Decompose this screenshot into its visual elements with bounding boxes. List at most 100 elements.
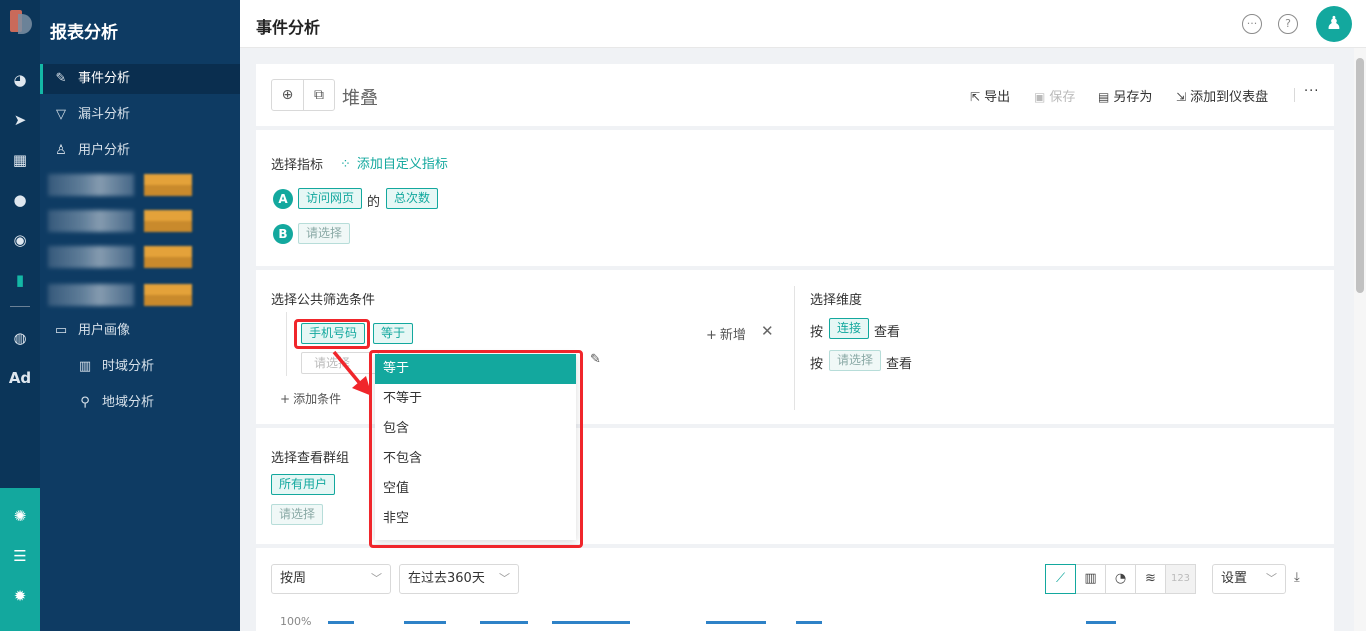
sidebar-item-region-analysis[interactable]: ⚲ 地域分析 <box>40 388 240 418</box>
metric-a-measure-tag[interactable]: 总次数 <box>386 188 439 209</box>
filter-bracket-line <box>286 312 287 376</box>
chart-series-segment <box>552 621 630 627</box>
add-to-dashboard-button[interactable]: ⇲ 添加到仪表盘 <box>1176 86 1268 105</box>
sidebar-item-funnel-analysis[interactable]: ▽ 漏斗分析 <box>40 100 240 130</box>
dimension-row2-tag[interactable]: 请选择 <box>829 350 882 371</box>
scrollbar-thumb[interactable] <box>1356 58 1364 293</box>
chevron-down-icon: ﹀ <box>1266 572 1277 585</box>
report-name[interactable]: 堆叠 <box>342 84 378 110</box>
export-icon: ⇱ <box>970 90 981 104</box>
more-button[interactable]: ··· <box>1304 84 1319 99</box>
folder-icon: ▭ <box>54 323 68 338</box>
dimension-row1-prefix: 按 <box>810 325 824 340</box>
users-icon[interactable]: ◉ <box>8 228 32 252</box>
edit-pencil-icon[interactable]: ✎ <box>590 352 601 367</box>
add-new-filter-button[interactable]: + 新增 <box>706 324 746 343</box>
app-logo <box>10 10 32 40</box>
filter-operator-tag[interactable]: 等于 <box>373 323 414 344</box>
sidebar: 报表分析 ✎ 事件分析 ▽ 漏斗分析 ♙ 用户分析 ▭ 用户画像 ▥ 时域分析 … <box>40 0 240 631</box>
location-icon: ⚲ <box>80 395 90 410</box>
sidebar-item-time-analysis[interactable]: ▥ 时域分析 <box>40 352 240 382</box>
filter-section-label: 选择公共筛选条件 <box>271 293 376 308</box>
metric-b-badge: B <box>273 224 293 244</box>
bar-chart-small-icon: ▥ <box>78 359 92 374</box>
metric-a-event-tag[interactable]: 访问网页 <box>298 188 363 209</box>
highlight-arrow <box>332 350 372 396</box>
grid-icon: ⁘ <box>340 157 351 172</box>
numeric-view-button[interactable]: 123 <box>1165 564 1196 594</box>
layout-icon[interactable]: ▦ <box>8 148 32 172</box>
report-header-card: ⊕ ⧉ 堆叠 ⇱ 导出 ▣ 保存 ▤ 另存为 ⇲ 添加到仪表盘 ··· <box>256 64 1334 126</box>
group-section-label: 选择查看群组 <box>271 451 350 466</box>
page-scrollbar[interactable] <box>1354 48 1366 631</box>
chevron-down-icon: ﹀ <box>499 572 510 585</box>
report-btn-group: ⊕ ⧉ <box>271 79 335 111</box>
add-dashboard-icon: ⇲ <box>1176 90 1187 104</box>
plus-icon: + <box>706 328 717 343</box>
avatar[interactable]: ♟ <box>1316 6 1352 42</box>
add-custom-metric-link[interactable]: ⁘ 添加自定义指标 <box>340 153 448 172</box>
save-as-button[interactable]: ▤ 另存为 <box>1098 86 1152 105</box>
download-icon[interactable]: ⤓ <box>1294 570 1300 585</box>
export-button[interactable]: ⇱ 导出 <box>970 86 1010 105</box>
user-icon[interactable]: ● <box>8 188 32 212</box>
server-icon[interactable]: ☰ <box>8 544 32 568</box>
chart-series-segment <box>328 621 354 627</box>
send-icon[interactable]: ➤ <box>8 108 32 132</box>
pie-chart-icon[interactable]: ◔ <box>1105 564 1136 594</box>
settings-button[interactable]: 设置 ﹀ <box>1212 564 1286 594</box>
icon-rail: ◕ ➤ ▦ ● ◉ ▮ ◍ Ad ✺ ☰ ✹ <box>0 0 40 631</box>
metric-b-select-tag[interactable]: 请选择 <box>298 223 351 244</box>
divider <box>1294 88 1295 102</box>
chart-series-segment <box>1086 621 1116 627</box>
save-button[interactable]: ▣ 保存 <box>1034 86 1075 105</box>
area-chart-icon[interactable]: ≋ <box>1135 564 1166 594</box>
user-outline-icon: ♙ <box>55 143 67 158</box>
page-title: 事件分析 <box>256 18 321 37</box>
sidebar-item-user-analysis[interactable]: ♙ 用户分析 <box>40 136 240 166</box>
wechat-icon[interactable]: ◍ <box>8 326 32 350</box>
chevron-down-icon: ﹀ <box>371 572 382 585</box>
bar-chart-icon[interactable]: ▥ <box>1075 564 1106 594</box>
add-circle-icon[interactable]: ⊕ <box>272 80 303 110</box>
chart-series-segment <box>480 621 528 627</box>
dropdown-highlight-box <box>369 350 583 548</box>
ad-icon[interactable]: Ad <box>8 366 32 390</box>
sidebar-item-label: 漏斗分析 <box>78 107 131 122</box>
y-axis-top-label: 100% <box>280 615 312 628</box>
dimension-row1-tag[interactable]: 连接 <box>829 318 870 339</box>
sidebar-item-label: 用户画像 <box>78 323 131 338</box>
chart-series-segment <box>796 621 822 627</box>
sidebar-title: 报表分析 <box>50 23 118 43</box>
help-icon[interactable]: ? <box>1278 14 1298 34</box>
chart-card: 按周 ﹀ 在过去360天 ﹀ ⟋ ▥ ◔ ≋ 123 设置 ﹀ ⤓ 100% <box>256 548 1334 631</box>
copy-icon[interactable]: ⧉ <box>303 80 334 110</box>
all-users-tag[interactable]: 所有用户 <box>271 474 336 495</box>
chart-series-segment <box>706 621 766 627</box>
line-chart-icon[interactable]: ⟋ <box>1045 564 1076 594</box>
dimension-row2-prefix: 按 <box>810 357 824 372</box>
save-as-icon: ▤ <box>1098 90 1110 104</box>
sidebar-item-label: 地域分析 <box>102 395 155 410</box>
plus-icon: + <box>280 392 291 406</box>
network-icon[interactable]: ✺ <box>8 504 32 528</box>
top-header: 事件分析 ··· ? ♟ <box>240 0 1366 48</box>
sidebar-item-user-profile[interactable]: ▭ 用户画像 <box>40 316 240 346</box>
dimension-row1-suffix: 查看 <box>874 325 901 340</box>
gear-icon[interactable]: ✹ <box>8 584 32 608</box>
bar-chart-icon[interactable]: ▮ <box>8 268 32 292</box>
metric-a-badge: A <box>273 189 293 209</box>
sidebar-item-label: 用户分析 <box>78 143 131 158</box>
message-icon[interactable]: ··· <box>1242 14 1262 34</box>
granularity-select[interactable]: 按周 ﹀ <box>271 564 391 594</box>
sidebar-item-label: 事件分析 <box>78 71 131 86</box>
group-select-tag[interactable]: 请选择 <box>271 504 324 525</box>
sidebar-item-label: 时域分析 <box>102 359 155 374</box>
close-icon[interactable]: ✕ <box>761 322 774 340</box>
range-select[interactable]: 在过去360天 ﹀ <box>399 564 519 594</box>
sidebar-item-event-analysis[interactable]: ✎ 事件分析 <box>40 64 240 94</box>
chart-type-buttons: ⟋ ▥ ◔ ≋ 123 <box>1045 564 1196 594</box>
dimension-section-label: 选择维度 <box>810 293 863 308</box>
edit-icon: ✎ <box>55 71 67 86</box>
dashboard-icon[interactable]: ◕ <box>8 68 32 92</box>
